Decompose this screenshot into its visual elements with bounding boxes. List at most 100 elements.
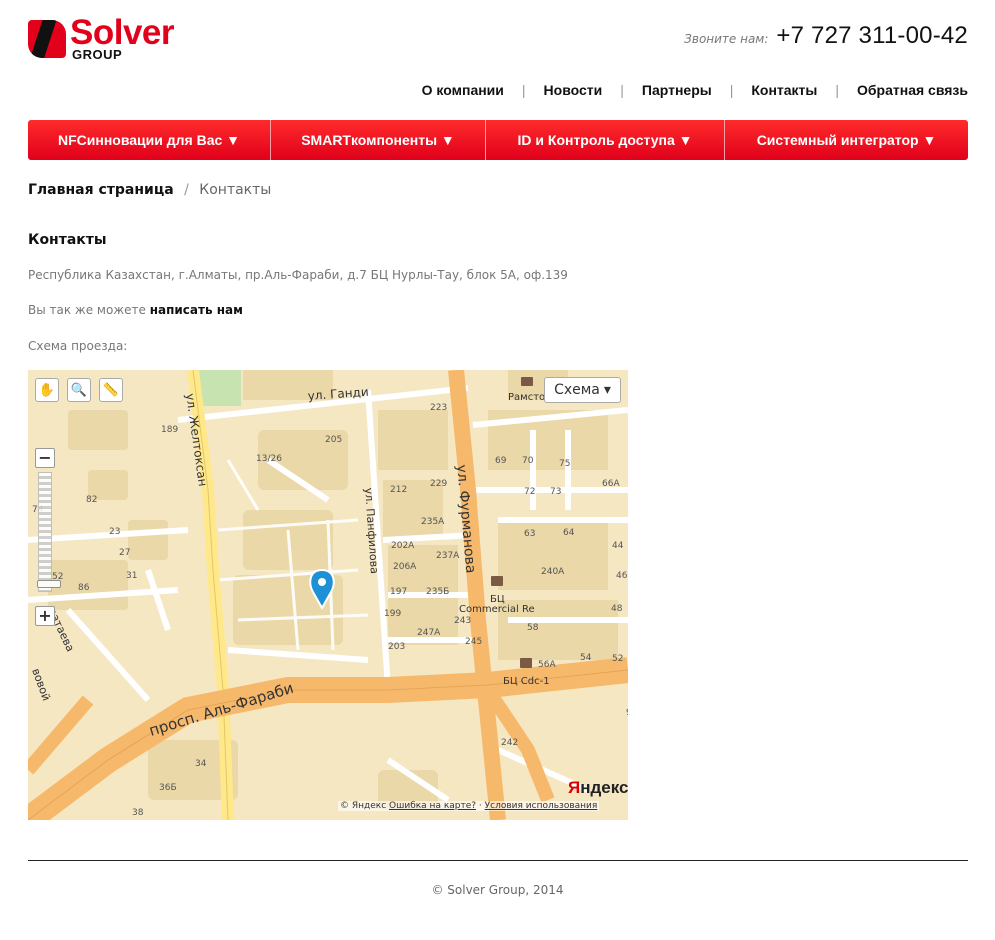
svg-text:69: 69 [495,456,507,466]
svg-text:237А: 237А [436,551,460,561]
zoom-area-icon[interactable]: 🔍 [67,378,91,402]
svg-text:23: 23 [109,527,120,537]
map-error-link[interactable]: Ошибка на карте? [389,801,476,811]
menu-item-integrator[interactable]: Системный интегратор ▼ [725,120,968,160]
svg-text:86: 86 [78,583,90,593]
nav-link-contacts[interactable]: Контакты [751,82,817,98]
map-type-button[interactable]: Схема ▾ [544,377,621,403]
svg-text:63: 63 [524,529,535,539]
nav-link-partners[interactable]: Партнеры [642,82,712,98]
svg-text:202А: 202А [391,541,415,551]
map-type-label: Схема [554,382,600,398]
nav-link-feedback[interactable]: Обратная связь [857,82,968,98]
svg-text:54: 54 [580,653,592,663]
nav-link-about[interactable]: О компании [422,82,504,98]
phone-number[interactable]: +7 727 311-00-42 [776,22,968,50]
zoom-slider-handle[interactable] [37,580,61,588]
svg-text:240А: 240А [541,567,565,577]
map-footer-dot: · [478,801,482,811]
zoom-in-button[interactable]: + [35,606,55,626]
svg-text:212: 212 [390,485,407,495]
briefcase-icon [520,658,532,668]
svg-text:243: 243 [454,616,471,626]
menu-item-nfc[interactable]: NFCинновации для Вас ▼ [28,120,271,160]
logo-subtext: GROUP [72,47,123,62]
svg-text:247А: 247А [417,628,441,638]
ruler-icon[interactable]: 📏 [99,378,123,402]
svg-text:73: 73 [550,487,561,497]
write-us-prefix: Вы так же можете [28,303,150,317]
svg-text:34: 34 [195,759,207,769]
address-text: Республика Казахстан, г.Алматы, пр.Аль-Ф… [28,268,568,282]
route-label: Схема проезда: [28,339,128,353]
svg-text:56А: 56А [538,660,556,670]
svg-text:197: 197 [390,587,407,597]
top-navigation: О компании | Новости | Партнеры | Контак… [422,82,968,98]
nav-separator: | [521,82,526,98]
chevron-down-icon: ▾ [603,382,611,398]
svg-text:38: 38 [132,808,144,818]
svg-text:205: 205 [325,435,342,445]
menu-item-id-access[interactable]: ID и Контроль доступа ▼ [486,120,725,160]
map-copyright: © Яндекс [340,801,387,811]
poi-bc-cdc: БЦ Cdc-1 [503,676,550,687]
ramp-road [28,695,94,775]
label-vovoy: вовой [29,667,53,703]
yandex-map[interactable]: ул. Ганди ул. Желтоксан ул. Панфилова ул… [28,370,628,820]
cart-icon [521,377,533,386]
nav-separator: | [620,82,624,98]
svg-text:235А: 235А [421,517,445,527]
zoom-control: − + [35,448,61,626]
svg-text:46: 46 [616,571,628,581]
main-menu: NFCинновации для Вас ▼ SMARTкомпоненты ▼… [28,120,968,160]
zoom-slider[interactable] [37,472,61,592]
svg-text:44: 44 [612,541,624,551]
nav-separator: | [835,82,840,98]
map-footer: © Яндекс Ошибка на карте? · Условия испо… [338,801,600,811]
svg-text:199: 199 [384,609,401,619]
svg-text:223: 223 [430,403,447,413]
write-us-text: Вы так же можете написать нам [28,303,243,317]
footer-divider [28,860,968,861]
svg-text:206А: 206А [393,562,417,572]
footer-copyright: © Solver Group, 2014 [431,883,564,897]
nav-link-news[interactable]: Новости [544,82,603,98]
poi-bc-commercial-name: Commercial Re [459,604,535,615]
breadcrumb: Главная страница / Контакты [28,182,271,198]
map-canvas[interactable]: ул. Ганди ул. Желтоксан ул. Панфилова ул… [28,370,628,820]
write-us-link[interactable]: написать нам [150,303,243,317]
svg-text:242: 242 [501,738,518,748]
svg-text:58: 58 [527,623,539,633]
svg-text:66А: 66А [602,479,620,489]
svg-text:72: 72 [524,487,535,497]
svg-text:203: 203 [388,642,405,652]
svg-text:64: 64 [563,528,575,538]
svg-text:27: 27 [119,548,130,558]
breadcrumb-current: Контакты [199,182,272,198]
alfarabi-avenue [28,657,628,820]
page-title: Контакты [28,232,107,248]
briefcase-icon [491,576,503,586]
svg-text:48: 48 [611,604,623,614]
svg-text:36Б: 36Б [159,783,177,793]
hand-tool-icon[interactable]: ✋ [35,378,59,402]
svg-text:245: 245 [465,637,482,647]
svg-text:31: 31 [126,571,137,581]
menu-item-smart[interactable]: SMARTкомпоненты ▼ [271,120,486,160]
map-terms-link[interactable]: Условия использования [485,801,598,811]
breadcrumb-separator: / [184,182,189,198]
nav-separator: | [729,82,734,98]
phone-label: Звоните нам: [684,32,769,46]
header-phone: Звоните нам: +7 727 311-00-42 [684,22,968,50]
svg-text:13/26: 13/26 [256,454,282,464]
svg-text:70: 70 [522,456,534,466]
svg-text:235Б: 235Б [426,587,449,597]
logo[interactable]: Solver GROUP [28,13,198,63]
svg-text:9: 9 [626,708,628,718]
logo-mark-icon [28,20,66,58]
zoom-out-button[interactable]: − [35,448,55,468]
yandex-logo[interactable]: Яндекс [568,778,628,798]
svg-text:82: 82 [86,495,97,505]
svg-text:189: 189 [161,425,178,435]
breadcrumb-home-link[interactable]: Главная страница [28,182,174,198]
